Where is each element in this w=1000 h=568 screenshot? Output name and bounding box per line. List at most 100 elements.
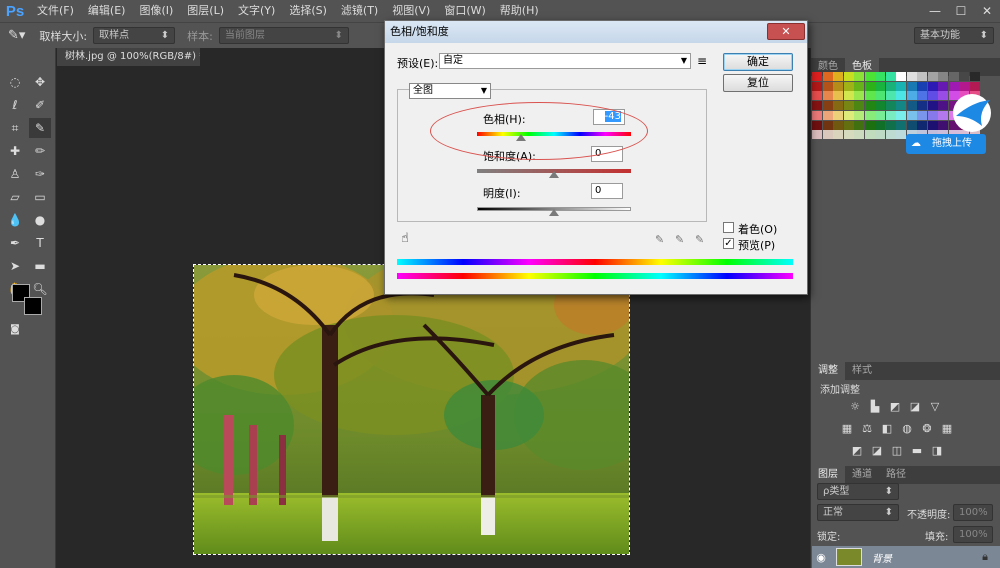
color-swatch[interactable] (843, 120, 854, 130)
dialog-close-button[interactable]: ✕ (767, 23, 805, 40)
color-swatch[interactable] (885, 130, 896, 140)
color-swatch[interactable] (927, 91, 938, 101)
move-tool-icon[interactable]: ✥ (29, 72, 51, 92)
color-swatch[interactable] (875, 130, 885, 140)
layer-row-background[interactable]: ◉ 背景 🔒︎ (812, 546, 1000, 568)
color-swatch[interactable] (906, 101, 917, 111)
color-swatch[interactable] (812, 91, 822, 101)
color-swatch[interactable] (938, 91, 948, 101)
gradient-tool-icon[interactable]: ▭ (29, 187, 51, 207)
color-swatch[interactable] (927, 101, 938, 111)
color-swatch[interactable] (896, 101, 906, 111)
color-swatch[interactable] (864, 130, 875, 140)
color-lookup-icon[interactable]: ▦ (940, 422, 954, 435)
background-color-swatch[interactable] (24, 297, 42, 315)
color-swatch[interactable] (864, 120, 875, 130)
bw-icon[interactable]: ◧ (880, 422, 894, 435)
color-balance-icon[interactable]: ⚖ (860, 422, 874, 435)
quick-mask-icon[interactable]: ◙ (4, 320, 26, 340)
crop-tool-icon[interactable]: ⌗ (4, 118, 26, 138)
preset-select[interactable]: 自定 ▼ (439, 53, 691, 69)
sample-select[interactable]: 当前图层 ⬍ (218, 27, 349, 44)
color-swatch[interactable] (812, 81, 822, 91)
color-swatch[interactable] (812, 72, 822, 81)
color-swatch[interactable] (917, 91, 927, 101)
color-swatch[interactable] (896, 91, 906, 101)
menu-view[interactable]: 视图(V) (385, 0, 437, 22)
layer-kind-filter[interactable]: ρ类型 ⬍ (817, 483, 899, 500)
color-swatch[interactable] (885, 72, 896, 81)
color-swatch[interactable] (875, 110, 885, 120)
eye-icon[interactable]: ◉ (812, 551, 830, 564)
color-swatch[interactable] (885, 91, 896, 101)
color-swatch[interactable] (959, 81, 969, 91)
color-swatch[interactable] (917, 101, 927, 111)
color-swatch[interactable] (822, 81, 833, 91)
color-swatch[interactable] (906, 72, 917, 81)
tab-paths[interactable]: 路径 (879, 466, 913, 484)
color-swatch[interactable] (843, 130, 854, 140)
color-swatch[interactable] (906, 110, 917, 120)
color-swatch[interactable] (812, 101, 822, 111)
tab-adjustments[interactable]: 调整 (811, 362, 845, 380)
menu-layer[interactable]: 图层(L) (180, 0, 231, 22)
color-swatch[interactable] (885, 120, 896, 130)
menu-image[interactable]: 图像(I) (132, 0, 180, 22)
menu-select[interactable]: 选择(S) (282, 0, 334, 22)
color-swatch[interactable] (833, 81, 843, 91)
dodge-tool-icon[interactable]: ● (29, 210, 51, 230)
threshold-icon[interactable]: ◫ (890, 444, 904, 457)
color-swatch[interactable] (917, 110, 927, 120)
color-swatch[interactable] (854, 91, 864, 101)
curves-icon[interactable]: ◩ (888, 400, 902, 413)
color-swatch[interactable] (875, 72, 885, 81)
hand-adjust-icon[interactable]: ☝ (401, 231, 409, 246)
color-swatch[interactable] (906, 91, 917, 101)
preset-options-icon[interactable]: ≡ (697, 54, 707, 68)
levels-icon[interactable]: ▙ (868, 400, 882, 413)
color-swatch[interactable] (833, 91, 843, 101)
color-swatch[interactable] (854, 130, 864, 140)
menu-file[interactable]: 文件(F) (30, 0, 81, 22)
color-swatch[interactable] (833, 110, 843, 120)
stamp-tool-icon[interactable]: ♙ (4, 164, 26, 184)
color-swatch[interactable] (896, 72, 906, 81)
eyedropper-tool-icon[interactable]: ✎ (29, 118, 51, 138)
color-swatch[interactable] (854, 110, 864, 120)
blend-mode-select[interactable]: 正常 ⬍ (817, 504, 899, 521)
menu-help[interactable]: 帮助(H) (493, 0, 546, 22)
color-swatch[interactable] (875, 120, 885, 130)
history-brush-tool-icon[interactable]: ✑ (29, 164, 51, 184)
color-swatch[interactable] (885, 101, 896, 111)
invert-icon[interactable]: ◩ (850, 444, 864, 457)
workspace-select[interactable]: 基本功能 ⬍ (914, 27, 994, 44)
color-swatch[interactable] (938, 81, 948, 91)
menu-filter[interactable]: 滤镜(T) (334, 0, 385, 22)
color-swatch[interactable] (885, 81, 896, 91)
color-swatch[interactable] (969, 81, 980, 91)
color-swatch[interactable] (822, 130, 833, 140)
color-swatch[interactable] (854, 101, 864, 111)
image-canvas[interactable] (193, 264, 630, 555)
color-swatch[interactable] (864, 110, 875, 120)
reset-button[interactable]: 复位 (723, 74, 793, 92)
gradient-map-icon[interactable]: ▬ (910, 444, 924, 457)
color-swatch[interactable] (938, 72, 948, 81)
color-swatch[interactable] (917, 72, 927, 81)
vibrance-icon[interactable]: ▽ (928, 400, 942, 413)
fill-value[interactable]: 100% (953, 526, 993, 543)
color-swatch[interactable] (938, 101, 948, 111)
eyedropper-icon[interactable]: ✎ (655, 233, 664, 246)
tab-layers[interactable]: 图层 (811, 466, 845, 484)
menu-edit[interactable]: 编辑(E) (81, 0, 133, 22)
color-swatch[interactable] (875, 81, 885, 91)
sample-size-select[interactable]: 取样点 ⬍ (93, 27, 176, 44)
color-swatch[interactable] (896, 81, 906, 91)
eyedropper-minus-icon[interactable]: ✎ (695, 233, 704, 246)
color-swatch[interactable] (812, 130, 822, 140)
hue-sat-icon[interactable]: ▦ (840, 422, 854, 435)
color-swatch[interactable] (843, 91, 854, 101)
color-swatch[interactable] (906, 120, 917, 130)
maximize-button[interactable]: ☐ (948, 0, 974, 22)
preview-checkbox[interactable]: ✓ (723, 238, 734, 249)
